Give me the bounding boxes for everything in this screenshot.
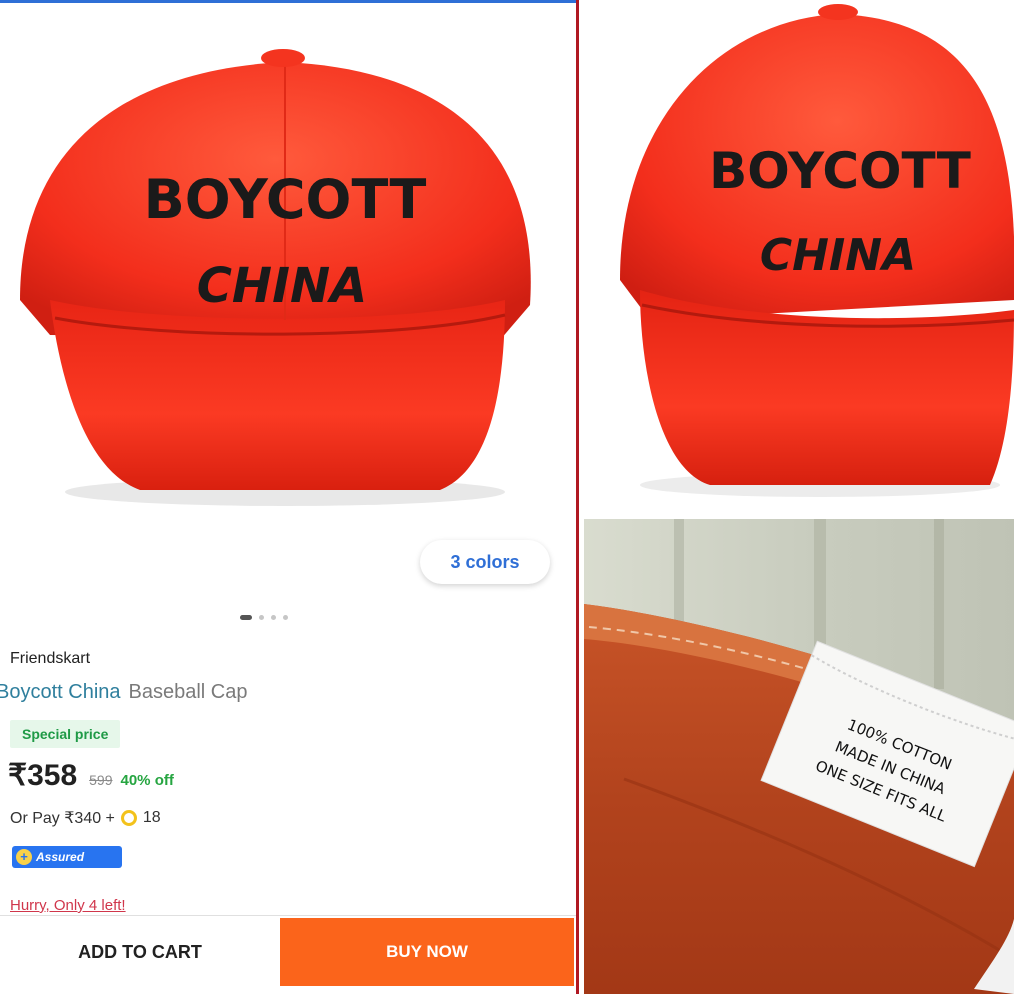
action-bar: ADD TO CART BUY NOW	[0, 915, 576, 994]
cap-front-line2: CHINA	[197, 258, 368, 314]
seller-name: Friendskart	[10, 650, 91, 667]
product-title: Boycott China Baseball Cap	[0, 681, 247, 704]
panel-divider	[576, 0, 579, 994]
coin-pay-offer: Or Pay ₹340 + 18	[10, 808, 161, 828]
label-photo-panel: 100% COTTON MADE IN CHINA ONE SIZE FITS …	[584, 519, 1014, 994]
coin-icon	[120, 810, 137, 826]
carousel-pager	[240, 615, 288, 620]
add-to-cart-button[interactable]: ADD TO CART	[0, 916, 280, 988]
assured-badge: + Assured	[12, 846, 122, 868]
original-price: 599	[89, 772, 113, 788]
discount-percent: 40% off	[120, 772, 174, 789]
plus-icon: +	[16, 849, 32, 865]
coin-count: 18	[142, 809, 161, 826]
cap-side-line1: BOYCOTT	[709, 142, 971, 200]
buy-now-button[interactable]: BUY NOW	[280, 918, 574, 986]
stock-warning: Hurry, Only 4 left!	[10, 897, 126, 914]
pager-dot	[259, 615, 264, 620]
price-row: ₹358 599 40% off	[8, 758, 174, 793]
cap-front-line1: BOYCOTT	[144, 168, 427, 231]
product-brand: Boycott China	[0, 681, 121, 703]
label-photo: 100% COTTON MADE IN CHINA ONE SIZE FITS …	[584, 519, 1014, 994]
pay-prefix: Or Pay ₹340 +	[10, 810, 115, 827]
colors-chip[interactable]: 3 colors	[420, 540, 550, 584]
cap-front-photo: BOYCOTT CHINA	[20, 49, 531, 506]
product-page: BOYCOTT CHINA 3 colors Friendskart Boyco…	[0, 0, 578, 994]
current-price: ₹358	[8, 759, 78, 792]
pager-dot-active	[240, 615, 252, 620]
cap-side-line2: CHINA	[760, 230, 916, 281]
assured-label: Assured	[36, 850, 85, 864]
product-image-carousel[interactable]: BOYCOTT CHINA	[0, 0, 576, 520]
cap-side-photo: BOYCOTT CHINA	[620, 4, 1014, 497]
product-type: Baseball Cap	[128, 681, 248, 703]
special-price-badge: Special price	[10, 720, 121, 748]
cap-side-photo-panel: BOYCOTT CHINA	[580, 0, 1014, 515]
pager-dot	[283, 615, 288, 620]
pager-dot	[271, 615, 276, 620]
